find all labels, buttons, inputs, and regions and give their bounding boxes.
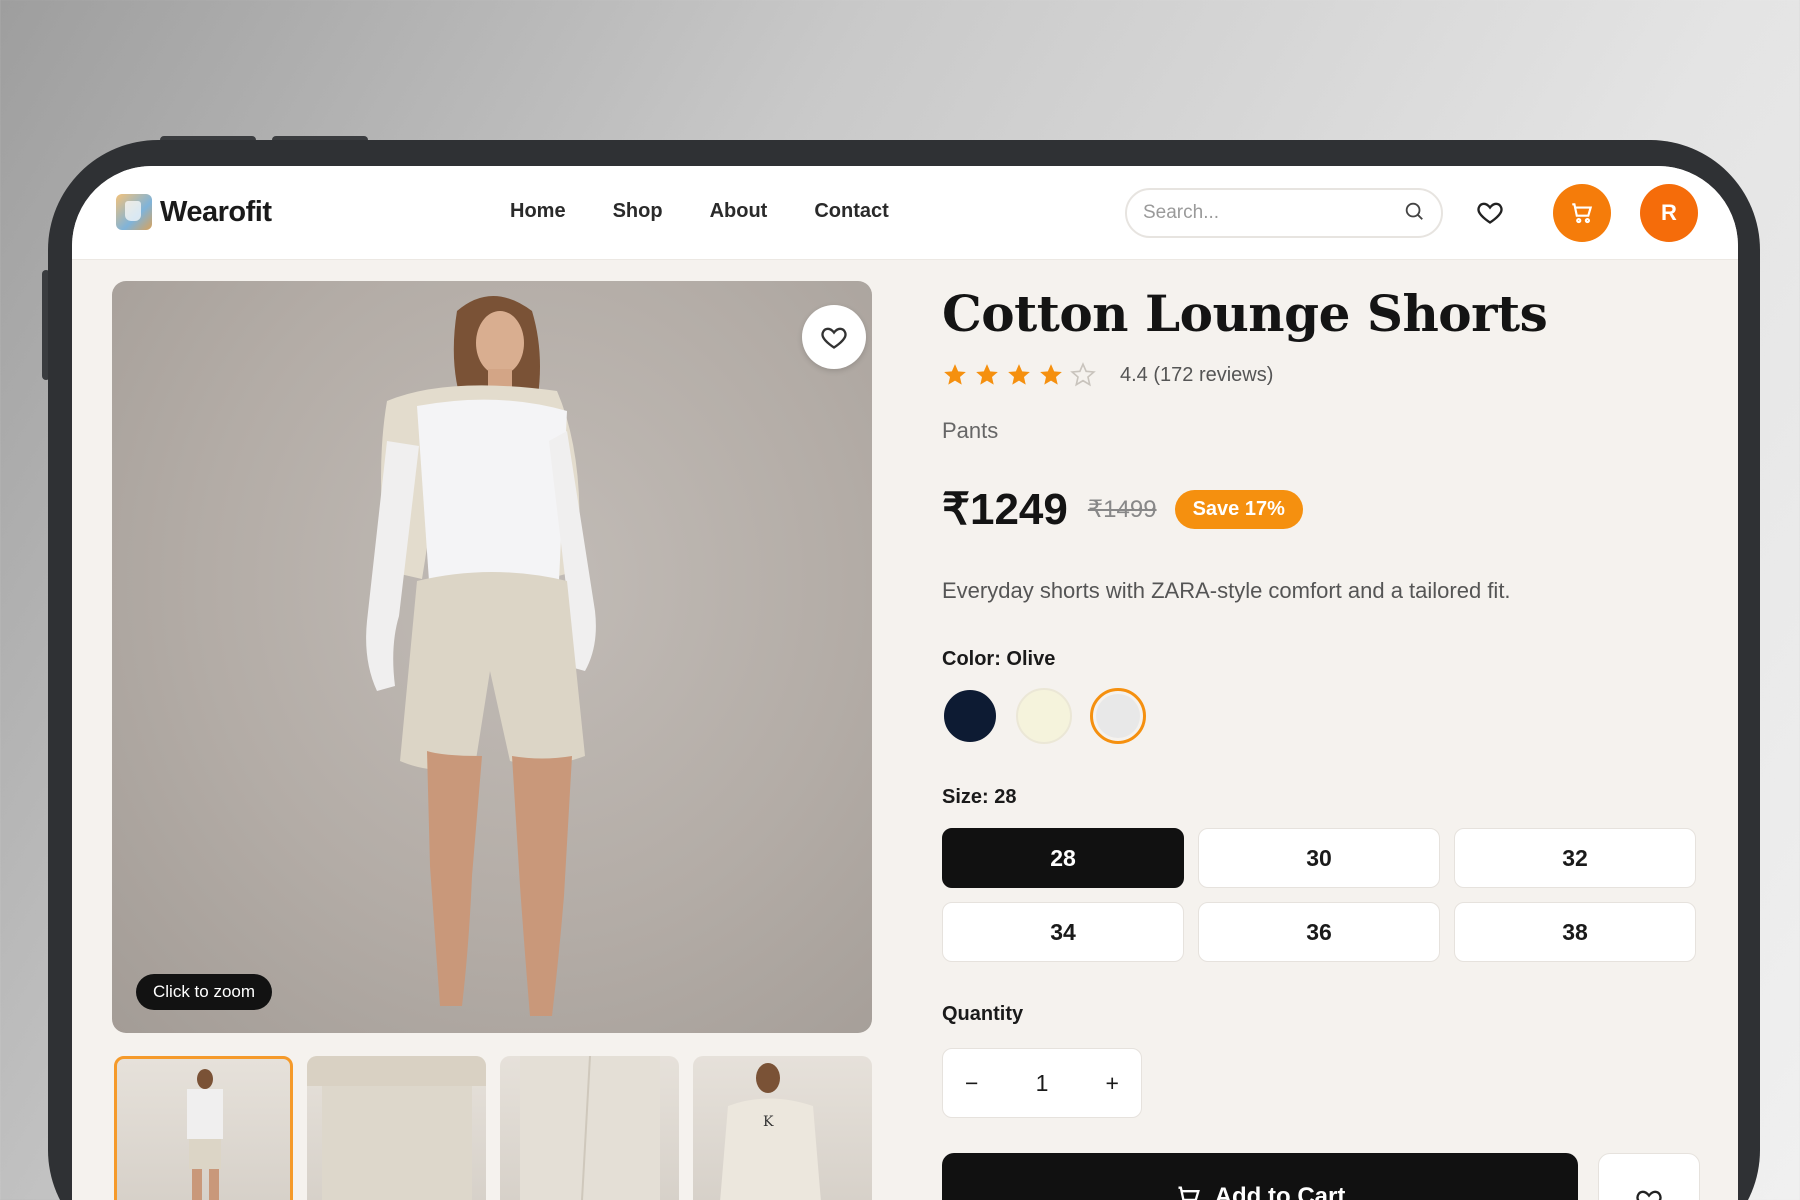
save-badge: Save 17% [1174,490,1303,529]
color-swatch-selected[interactable] [1090,688,1146,744]
product-description: Everyday shorts with ZARA-style comfort … [942,578,1511,603]
quantity-value[interactable]: 1 [1036,1070,1049,1097]
zoom-hint[interactable]: Click to zoom [136,974,273,1010]
product-category[interactable]: Pants [942,418,998,444]
quantity-stepper: − 1 + [942,1048,1142,1118]
main-nav: Home Shop About Contact [510,200,889,223]
size-option[interactable]: 36 [1198,902,1440,962]
heart-icon [1636,1190,1662,1200]
color-label: Color: Olive [942,648,1056,670]
size-option[interactable]: 30 [1198,828,1440,888]
avatar[interactable]: R [1640,184,1698,242]
svg-text:K: K [763,1114,774,1130]
price-row: ₹1249 ₹1499 Save 17% [942,484,1303,535]
star-icon [944,364,966,385]
site-header: Wearofit Home Shop About Contact R [72,166,1738,260]
add-to-cart-button[interactable]: Add to Cart [942,1153,1578,1200]
add-to-wishlist-button[interactable] [1598,1153,1700,1200]
logo-icon [116,194,152,230]
add-to-cart-label: Add to Cart [1214,1183,1346,1200]
quantity-label: Quantity [942,1003,1024,1025]
cart-icon [1572,203,1593,224]
cart-button[interactable] [1553,184,1611,242]
current-price: ₹1249 [942,485,1068,534]
size-label: Size: 28 [942,786,1017,808]
size-option[interactable]: 34 [942,902,1184,962]
product-title: Cotton Lounge Shorts [942,284,1548,343]
model-illustration [366,296,596,1016]
logo[interactable]: Wearofit [116,194,272,230]
star-icon [1040,364,1062,385]
main-product-image[interactable]: Click to zoom [112,281,872,1033]
cart-icon [1178,1186,1200,1200]
star-icon [1008,364,1030,385]
thumbnail-2[interactable] [307,1056,486,1200]
wishlist-heart-icon[interactable] [1472,194,1508,230]
rating-text: 4.4 (172 reviews) [1120,363,1274,386]
nav-about[interactable]: About [710,200,768,223]
search-input[interactable] [1143,202,1403,224]
quantity-increase-button[interactable]: + [1106,1070,1119,1097]
color-swatch-cream[interactable] [1016,688,1072,744]
star-outline-icon [1070,362,1096,387]
thumbnail-4[interactable]: K [693,1056,872,1200]
image-favorite-button[interactable] [802,305,866,369]
original-price: ₹1499 [1087,496,1157,523]
heart-icon [821,327,847,349]
thumbnail-1[interactable] [114,1056,293,1200]
nav-shop[interactable]: Shop [613,200,663,223]
color-swatches [942,688,1146,744]
rating: 4.4 (172 reviews) [942,362,1273,388]
size-grid: 28 30 32 34 36 38 [942,828,1696,962]
nav-contact[interactable]: Contact [814,200,888,223]
search-icon[interactable] [1403,200,1425,227]
tablet-screen: Wearofit Home Shop About Contact R [72,166,1738,1200]
size-option[interactable]: 38 [1454,902,1696,962]
search-box [1125,188,1443,238]
logo-text: Wearofit [160,195,272,228]
size-option[interactable]: 32 [1454,828,1696,888]
thumbnail-strip: K [114,1056,872,1200]
nav-home[interactable]: Home [510,200,566,223]
color-swatch-navy[interactable] [942,688,998,744]
thumbnail-3[interactable] [500,1056,679,1200]
star-icon [976,364,998,385]
quantity-decrease-button[interactable]: − [965,1070,978,1097]
size-option[interactable]: 28 [942,828,1184,888]
